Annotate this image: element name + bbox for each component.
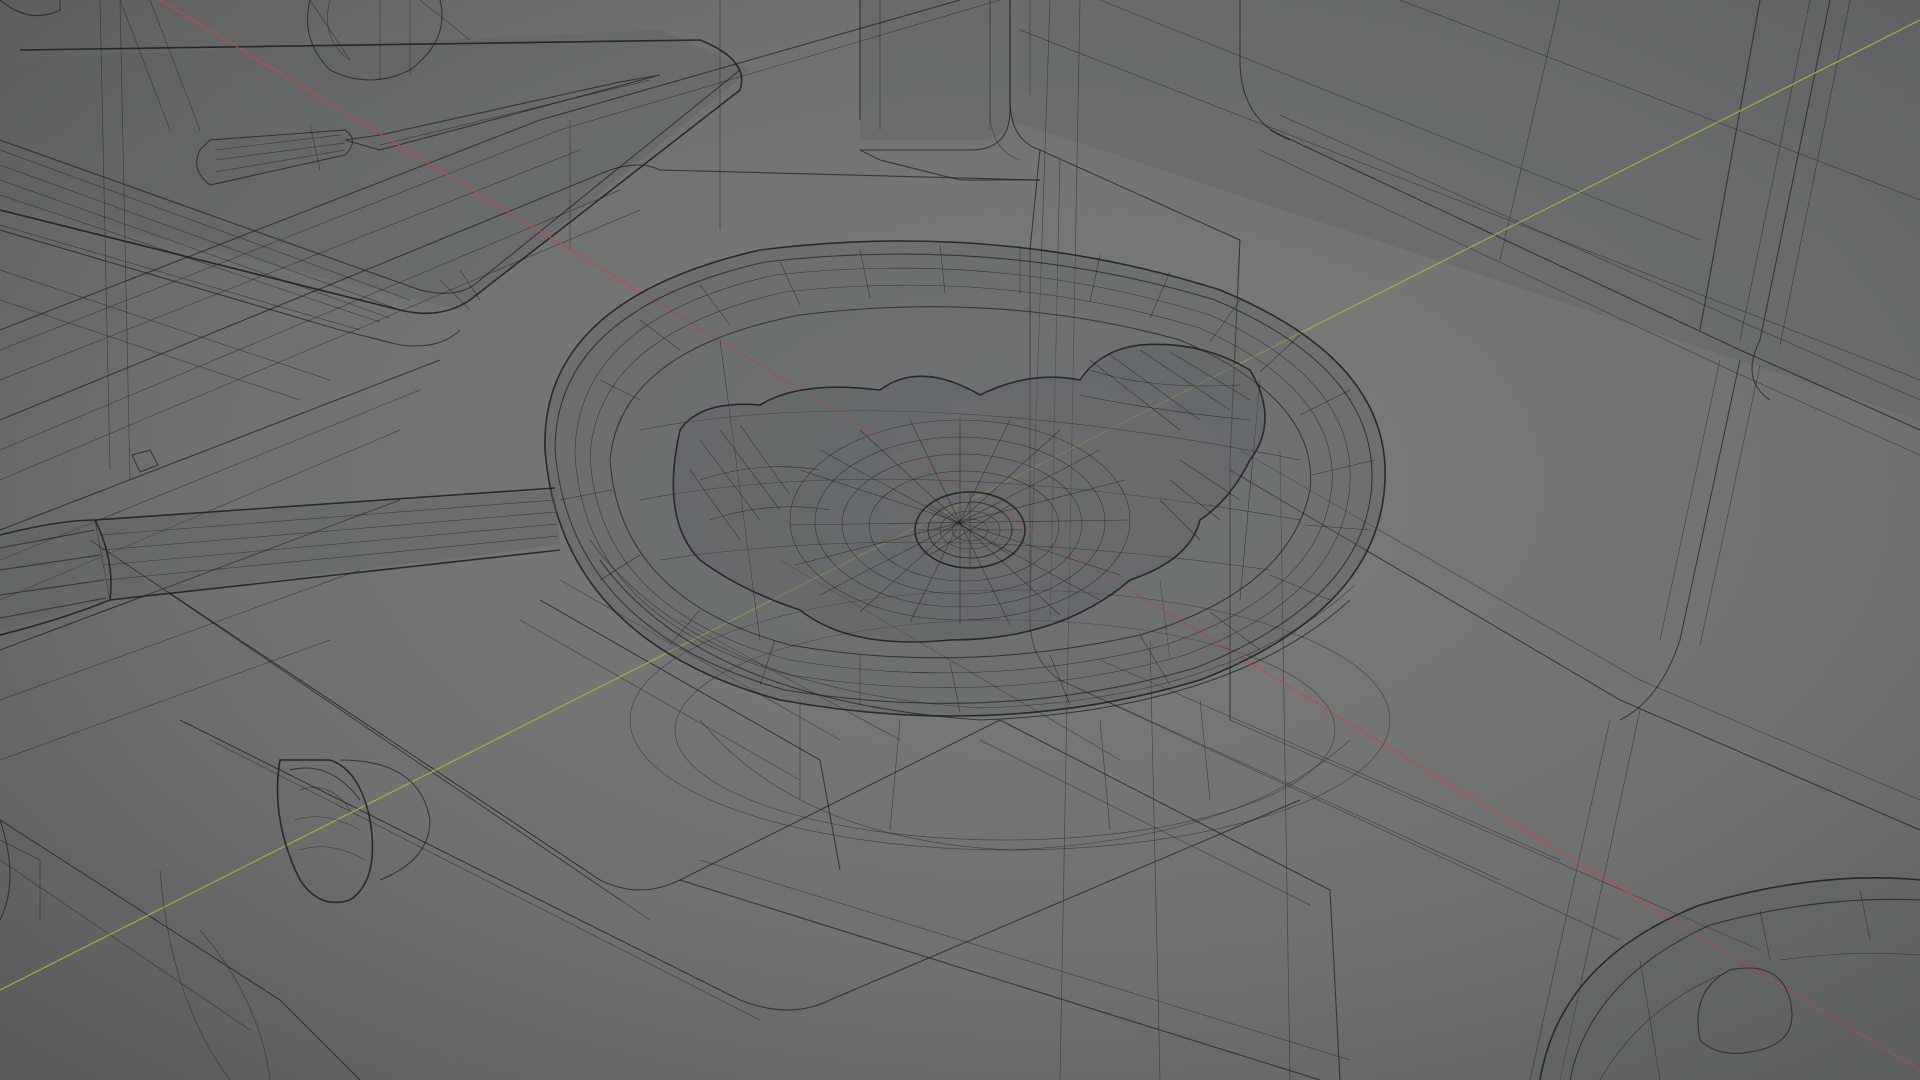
viewport-canvas[interactable] (0, 0, 1920, 1080)
3d-viewport[interactable] (0, 0, 1920, 1080)
